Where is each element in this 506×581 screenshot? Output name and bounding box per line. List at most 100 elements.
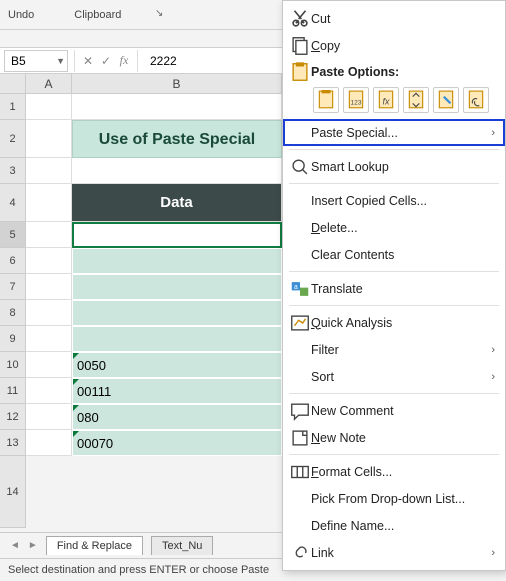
ctx-define-name[interactable]: Define Name... <box>283 512 505 539</box>
cell[interactable] <box>26 378 72 404</box>
ctx-format-cells[interactable]: Format Cells... <box>283 458 505 485</box>
ctx-pick-dropdown[interactable]: Pick From Drop-down List... <box>283 485 505 512</box>
row-header[interactable]: 8 <box>0 300 26 326</box>
selected-cell[interactable] <box>72 222 282 248</box>
row-header[interactable]: 4 <box>0 184 26 222</box>
data-header-cell[interactable]: Data <box>72 184 282 222</box>
row-header[interactable]: 12 <box>0 404 26 430</box>
cell[interactable] <box>72 274 282 300</box>
ctx-copy[interactable]: Copy <box>283 32 505 59</box>
ctx-label: Filter <box>311 343 491 357</box>
row-header[interactable]: 6 <box>0 248 26 274</box>
ctx-label: Format Cells... <box>311 465 495 479</box>
row-header[interactable]: 5 <box>0 222 26 248</box>
ctx-sort[interactable]: Sort › <box>283 363 505 390</box>
cell[interactable] <box>26 274 72 300</box>
tab-nav-next-icon[interactable]: ► <box>28 540 38 551</box>
ctx-translate[interactable]: a Translate <box>283 275 505 302</box>
ribbon-clipboard-label[interactable]: Clipboard <box>74 9 121 21</box>
ctx-label: Insert Copied Cells... <box>311 194 495 208</box>
select-all-corner[interactable] <box>0 74 26 93</box>
ctx-new-comment[interactable]: New Comment <box>283 397 505 424</box>
chevron-down-icon[interactable]: ▼ <box>56 56 65 66</box>
row-header[interactable]: 2 <box>0 120 26 158</box>
cell[interactable] <box>26 222 72 248</box>
paste-option-values[interactable]: 123 <box>343 87 369 113</box>
ctx-insert-copied[interactable]: Insert Copied Cells... <box>283 187 505 214</box>
translate-icon: a <box>289 278 311 300</box>
cell[interactable] <box>26 184 72 222</box>
row-header[interactable]: 10 <box>0 352 26 378</box>
ctx-new-note[interactable]: New Note <box>283 424 505 451</box>
cell[interactable]: 0050 <box>72 352 282 378</box>
col-header-A[interactable]: A <box>26 74 72 93</box>
row-header[interactable]: 9 <box>0 326 26 352</box>
ctx-label: Delete... <box>311 221 495 235</box>
cancel-icon[interactable]: ✕ <box>79 54 97 68</box>
ctx-label: Clear Contents <box>311 248 495 262</box>
separator <box>289 393 499 394</box>
ctx-quick-analysis[interactable]: Quick Analysis <box>283 309 505 336</box>
row-header[interactable]: 14 <box>0 456 26 528</box>
cell[interactable]: 00070 <box>72 430 282 456</box>
ctx-label: Copy <box>311 39 495 53</box>
cell[interactable] <box>26 352 72 378</box>
ctx-smart-lookup[interactable]: Smart Lookup <box>283 153 505 180</box>
cell[interactable] <box>72 158 282 184</box>
ctx-clear-contents[interactable]: Clear Contents <box>283 241 505 268</box>
ctx-link[interactable]: Link › <box>283 539 505 566</box>
ctx-label: Paste Special... <box>311 126 491 140</box>
paste-option-all[interactable] <box>313 87 339 113</box>
cell[interactable] <box>26 430 72 456</box>
cell[interactable]: 00111 <box>72 378 282 404</box>
copy-icon <box>289 35 311 57</box>
cell[interactable] <box>72 248 282 274</box>
cell[interactable] <box>26 248 72 274</box>
ribbon-undo-label[interactable]: Undo <box>8 9 34 21</box>
cell[interactable]: 080 <box>72 404 282 430</box>
cell[interactable] <box>72 326 282 352</box>
col-header-B[interactable]: B <box>72 74 282 93</box>
row-header[interactable]: 11 <box>0 378 26 404</box>
row-header[interactable]: 13 <box>0 430 26 456</box>
paste-option-transpose[interactable] <box>403 87 429 113</box>
cell[interactable] <box>26 300 72 326</box>
row-header[interactable]: 7 <box>0 274 26 300</box>
paste-option-formatting[interactable] <box>433 87 459 113</box>
cell[interactable] <box>72 300 282 326</box>
cell[interactable] <box>26 158 72 184</box>
chevron-right-icon: › <box>491 547 495 559</box>
paste-option-link[interactable] <box>463 87 489 113</box>
separator <box>289 305 499 306</box>
sheet-tab-active[interactable]: Find & Replace <box>46 536 143 555</box>
cell[interactable] <box>26 94 72 120</box>
separator <box>289 454 499 455</box>
row-headers: 1 2 3 4 5 6 7 8 9 10 11 12 13 14 <box>0 94 26 528</box>
dialog-launcher-icon[interactable]: ↘ <box>155 8 163 19</box>
name-box[interactable]: B5 ▼ <box>4 50 68 72</box>
context-menu: Cut Copy Paste Options: 123 fx Paste Spe… <box>282 0 506 571</box>
sheet-tab[interactable]: Text_Nu <box>151 536 213 555</box>
paste-options-header: Paste Options: <box>311 65 399 79</box>
cell[interactable] <box>26 404 72 430</box>
formula-value[interactable]: 2222 <box>142 54 185 68</box>
svg-text:123: 123 <box>350 99 361 106</box>
ctx-delete[interactable]: Delete... <box>283 214 505 241</box>
row-header[interactable]: 3 <box>0 158 26 184</box>
enter-icon[interactable]: ✓ <box>97 54 115 68</box>
svg-text:fx: fx <box>383 96 390 106</box>
ctx-cut[interactable]: Cut <box>283 5 505 32</box>
fx-icon[interactable]: fx <box>115 53 133 68</box>
quick-analysis-icon <box>289 312 311 334</box>
ctx-paste-special[interactable]: Paste Special... › <box>283 119 505 146</box>
cell[interactable] <box>26 326 72 352</box>
paste-option-formulas[interactable]: fx <box>373 87 399 113</box>
title-cell[interactable]: Use of Paste Special <box>72 120 282 158</box>
cell[interactable] <box>72 94 282 120</box>
row-header[interactable]: 1 <box>0 94 26 120</box>
cell[interactable] <box>26 120 72 158</box>
ctx-label: Define Name... <box>311 519 495 533</box>
tab-nav-prev-icon[interactable]: ◄ <box>10 540 20 551</box>
ctx-filter[interactable]: Filter › <box>283 336 505 363</box>
ctx-paste-options-group: Paste Options: 123 fx <box>283 59 505 119</box>
